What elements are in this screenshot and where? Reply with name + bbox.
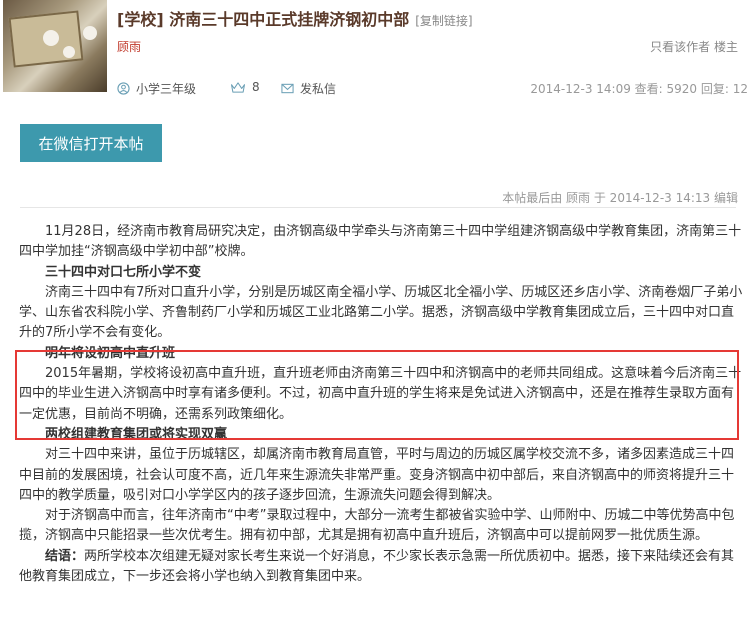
post-header: [学校] 济南三十四中正式挂牌济钢初中部 [复制链接] 顾雨 只看该作者 楼主 小… [0,0,754,112]
flower-graphic [43,30,59,46]
user-icon [117,82,130,95]
edit-note: 本帖最后由 顾雨 于 2014-12-3 14:13 编辑 [502,191,738,205]
user-points-item[interactable]: 8 [230,80,260,94]
send-message-label: 发私信 [300,82,337,96]
copy-link[interactable]: [复制链接] [415,14,472,28]
conclusion-label: 结语： [45,548,85,564]
article-subheading: 明年将设初高中直升班 [45,345,176,361]
open-in-wechat-button[interactable]: 在微信打开本帖 [20,124,162,162]
article-subheading: 三十四中对口七所小学不变 [45,264,202,280]
post-title-text: [学校] 济南三十四中正式挂牌济钢初中部 [117,10,410,29]
article-conclusion: 结语：两所学校本次组建无疑对家长考生来说一个好消息，不少家长表示急需一所优质初中… [19,547,744,588]
send-message-button[interactable]: 发私信 [281,80,336,97]
article-paragraph: 11月28日，经济南市教育局研究决定，由济钢高级中学牵头与济南第三十四中学组建济… [19,224,742,260]
mail-icon [281,83,294,94]
flower-graphic [83,26,97,40]
author-name-link[interactable]: 顾雨 [117,38,141,55]
divider [20,207,736,208]
article-subheading: 两校组建教育集团或将实现双赢 [45,426,228,442]
user-grade: 小学三年级 [136,82,197,96]
article-paragraph: 对于济钢高中而言，往年济南市“中考”录取过程中，大部分一流考生都被省实验中学、山… [19,508,735,544]
post-stats: 2014-12-3 14:09 查看: 5920 回复: 12 [530,82,748,96]
forum-thumbnail-image [3,0,107,92]
conclusion-text: 两所学校本次组建无疑对家长考生来说一个好消息，不少家长表示急需一所优质初中。据悉… [19,548,735,585]
author-only-link[interactable]: 只看该作者 [650,40,710,54]
user-points: 8 [252,80,260,94]
post-meta-row: 小学三年级 8 发私信 2014-12-3 14:09 查看: 5920 回复:… [117,80,754,98]
flower-graphic [63,46,75,58]
crown-icon [230,81,246,93]
article-paragraph: 2015年暑期，学校将设初高中直升班，直升班老师由济南第三十四中和济钢高中的老师… [19,366,742,422]
user-grade-item[interactable]: 小学三年级 [117,80,196,97]
article-paragraph: 对三十四中来讲，虽位于历城辖区，却属济南市教育局直管，平时与周边的历城区属学校交… [19,447,735,503]
author-only-filter: 只看该作者 楼主 [650,38,738,55]
article-paragraph: 济南三十四中有7所对口直升小学，分别是历城区南全福小学、历城区北全福小学、历城区… [19,284,743,341]
post-content: 11月28日，经济南市教育局研究决定，由济钢高级中学牵头与济南第三十四中学组建济… [19,222,744,587]
post-title: [学校] 济南三十四中正式挂牌济钢初中部 [复制链接] [117,6,473,30]
floor-label: 楼主 [713,40,738,54]
